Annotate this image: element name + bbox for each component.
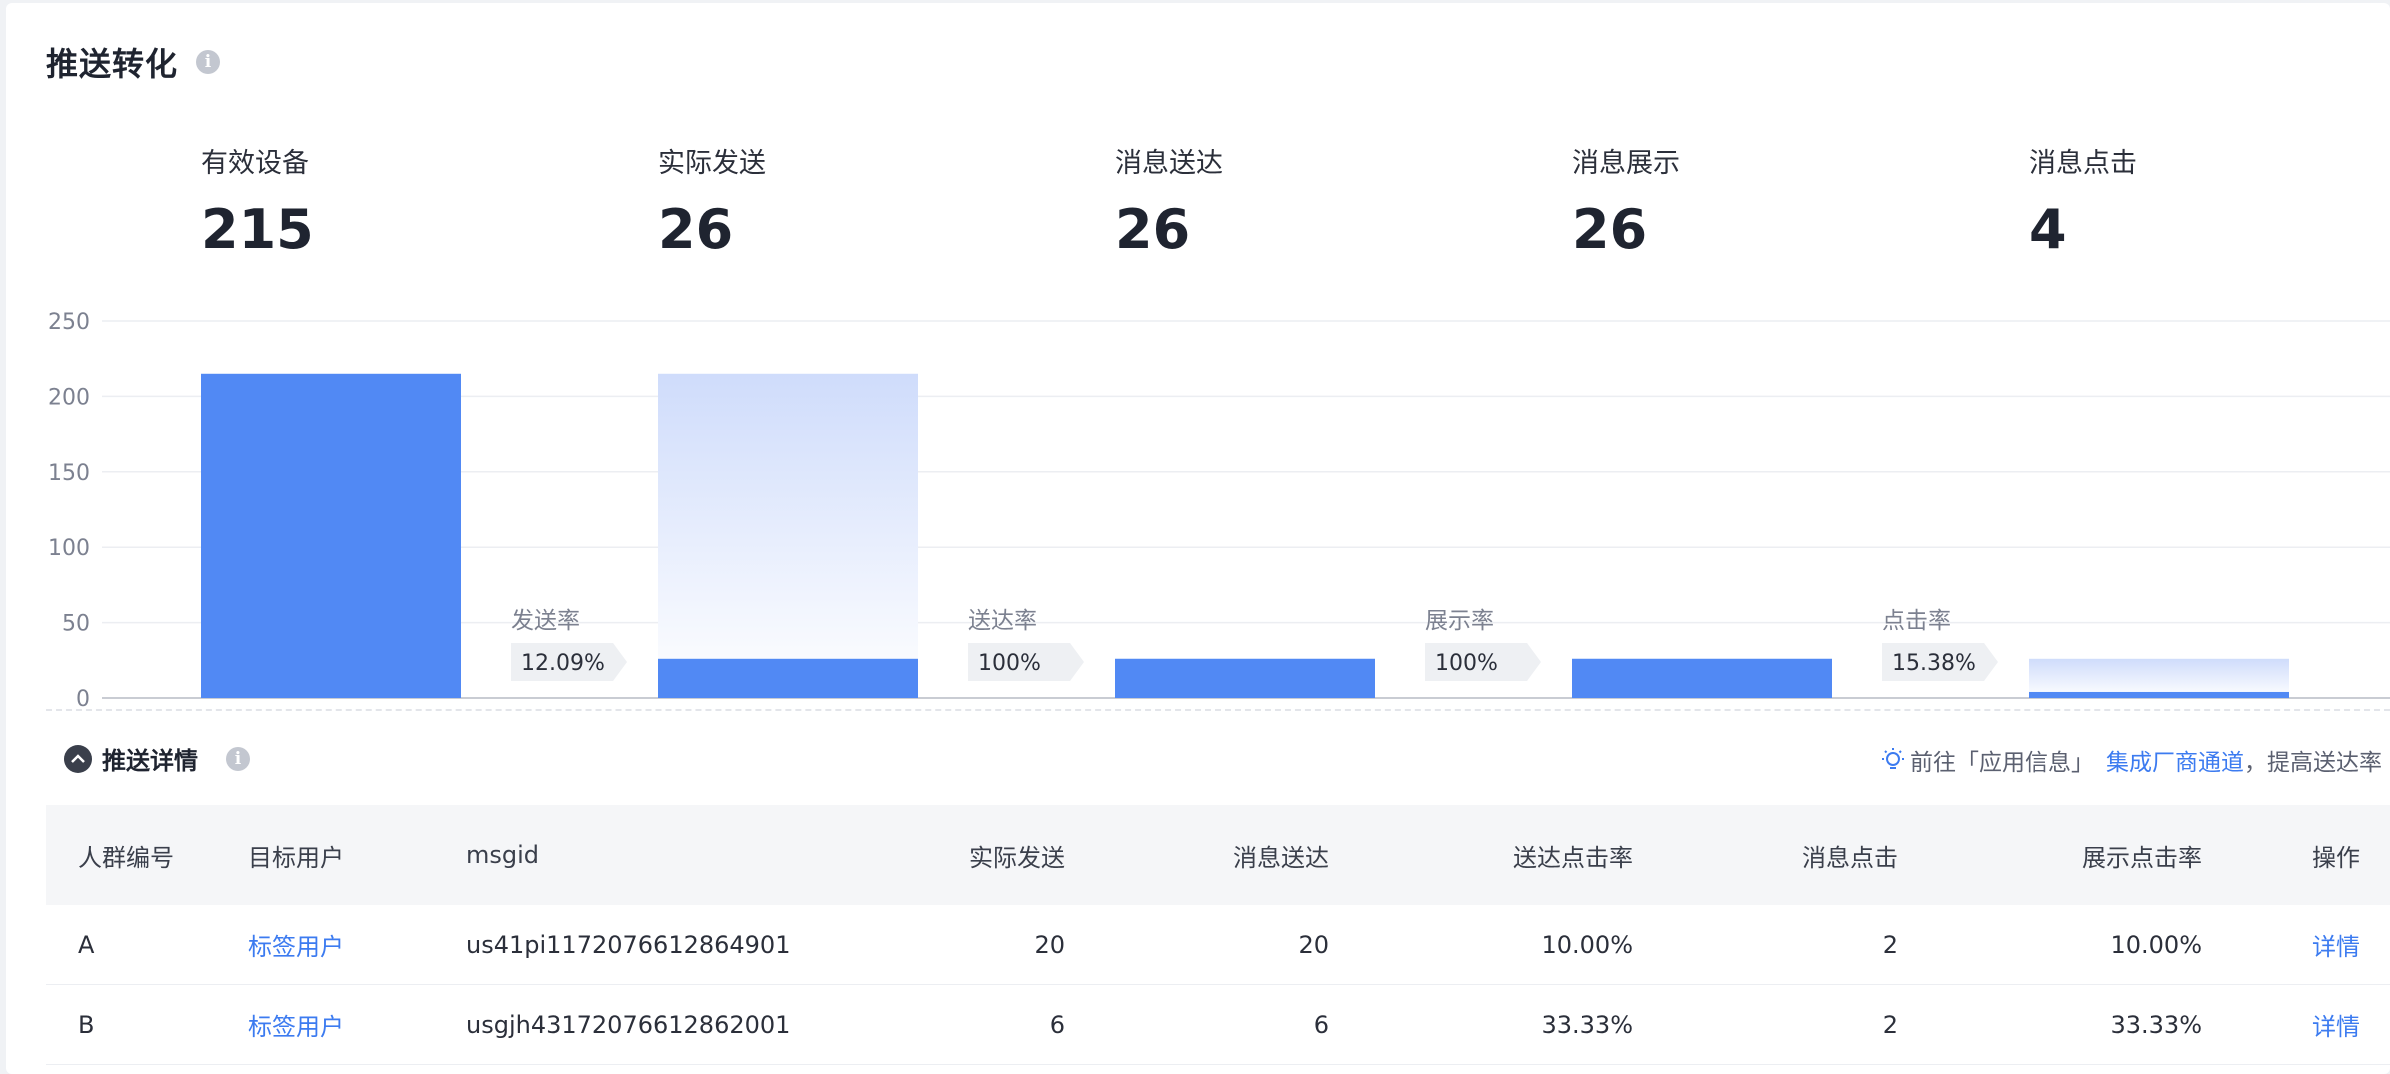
- metric-value: 26: [1572, 198, 1648, 261]
- cell-msgid: us41pi1172076612864901: [466, 930, 791, 959]
- info-icon[interactable]: i: [196, 50, 221, 74]
- cell-group-id: B: [78, 1010, 95, 1039]
- section-header: 推送转化 i: [46, 39, 221, 85]
- lightbulb-icon: [1882, 748, 1904, 769]
- metric-label: 有效设备: [201, 148, 309, 179]
- cell-delivered: 6: [1313, 1010, 1329, 1039]
- header-target-users: 目标用户: [248, 843, 344, 872]
- push-conversion-card: 推送转化 i 有效设备 215 实际发送 26 消息送达 26 消息展示 26 …: [6, 3, 2390, 1074]
- metric-value: 26: [1115, 198, 1191, 261]
- metric-label: 消息展示: [1572, 148, 1680, 179]
- details-title: 推送详情: [102, 747, 198, 775]
- cell-actual-sent: 20: [1034, 930, 1065, 959]
- tip-suffix: ，提高送达率: [2244, 750, 2382, 776]
- header-group-id: 人群编号: [78, 843, 174, 872]
- metric-label: 实际发送: [658, 148, 766, 179]
- metric-label: 消息送达: [1115, 148, 1223, 179]
- details-link[interactable]: 详情: [2312, 927, 2360, 962]
- header-clicks: 消息点击: [1802, 843, 1898, 872]
- bar: [1572, 658, 1832, 698]
- bar: [201, 373, 461, 698]
- metric-label: 消息点击: [2029, 148, 2137, 179]
- rate-label: 展示率: [1425, 608, 1494, 634]
- details-link[interactable]: 详情: [2312, 1007, 2360, 1042]
- divider: [46, 709, 2390, 711]
- table-row: B 标签用户 usgjh43172076612862001 6 6 33.33%…: [46, 985, 2390, 1065]
- ghost-bar: [658, 373, 918, 698]
- header-display-click-rate: 展示点击率: [2082, 843, 2202, 872]
- cell-msgid: usgjh43172076612862001: [466, 1010, 791, 1039]
- details-header: 推送详情 i: [64, 741, 250, 776]
- cell-actual-sent: 6: [1049, 1010, 1065, 1039]
- funnel-bar-chart: 050100150200250 发送率12.09%送达率100%展示率100%点…: [48, 310, 2390, 712]
- bar: [658, 658, 918, 698]
- cell-clicks: 2: [1882, 1010, 1898, 1039]
- header-actual-sent: 实际发送: [969, 843, 1065, 872]
- target-users-link[interactable]: 标签用户: [248, 927, 344, 962]
- cell-display-click-rate: 10.00%: [2110, 930, 2202, 959]
- rate-value: 100%: [1435, 651, 1498, 676]
- bar: [1115, 658, 1375, 698]
- y-tick-label: 250: [48, 310, 90, 335]
- metric-displayed: 消息展示 26: [1572, 141, 1680, 261]
- cell-clicks: 2: [1882, 930, 1898, 959]
- header-actions: 操作: [2312, 843, 2360, 872]
- metric-delivered: 消息送达 26: [1115, 141, 1223, 261]
- table-row: A 标签用户 us41pi1172076612864901 20 20 10.0…: [46, 905, 2390, 985]
- metric-value: 215: [201, 198, 314, 261]
- collapse-icon[interactable]: [64, 744, 92, 773]
- target-users-link[interactable]: 标签用户: [248, 1007, 344, 1042]
- header-msgid: msgid: [466, 841, 540, 869]
- metric-clicked: 消息点击 4: [2029, 141, 2137, 261]
- metric-valid-devices: 有效设备 215: [201, 141, 314, 261]
- header-delivery-click-rate: 送达点击率: [1513, 843, 1633, 872]
- y-tick-label: 200: [48, 385, 90, 410]
- rate-label: 点击率: [1882, 608, 1951, 634]
- cell-delivery-click-rate: 33.33%: [1541, 1010, 1633, 1039]
- bar: [2029, 691, 2289, 698]
- cell-delivery-click-rate: 10.00%: [1541, 930, 1633, 959]
- y-tick-label: 50: [62, 612, 90, 637]
- rate-value: 100%: [978, 651, 1041, 676]
- cell-display-click-rate: 33.33%: [2110, 1010, 2202, 1039]
- metric-actual-sent: 实际发送 26: [658, 141, 766, 261]
- rate-label: 送达率: [968, 608, 1037, 634]
- page-title: 推送转化: [46, 45, 179, 83]
- integrate-vendor-channel-link[interactable]: 集成厂商通道: [2106, 743, 2244, 777]
- y-tick-label: 100: [48, 536, 90, 561]
- header-delivered: 消息送达: [1233, 843, 1329, 872]
- cell-group-id: A: [78, 930, 95, 959]
- tip-prefix: 前往「应用信息」: [1910, 750, 2094, 776]
- details-table: 人群编号 目标用户 msgid 实际发送 消息送达 送达点击率 消息点击 展示点…: [46, 805, 2390, 1065]
- cell-delivered: 20: [1298, 930, 1329, 959]
- tip-banner: 前往「应用信息」 集成厂商通道 ，提高送达率: [1880, 743, 2382, 777]
- info-icon[interactable]: i: [226, 746, 250, 771]
- rate-value: 15.38%: [1892, 651, 1976, 676]
- y-tick-label: 150: [48, 461, 90, 486]
- rate-value: 12.09%: [521, 651, 605, 676]
- table-header: 人群编号 目标用户 msgid 实际发送 消息送达 送达点击率 消息点击 展示点…: [46, 805, 2390, 905]
- metric-value: 26: [658, 198, 734, 261]
- metric-value: 4: [2029, 198, 2067, 261]
- rate-label: 发送率: [511, 608, 580, 634]
